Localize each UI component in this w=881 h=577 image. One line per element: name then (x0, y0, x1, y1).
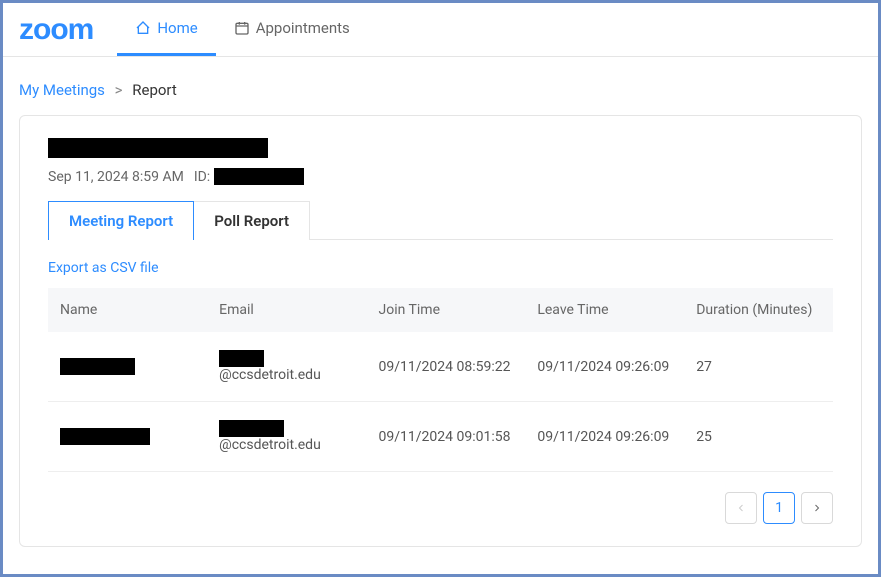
join-time: 09/11/2024 09:01:58 (367, 402, 526, 472)
redacted-name (60, 428, 150, 445)
table-row: @ccsdetroit.edu 09/11/2024 09:01:58 09/1… (48, 402, 833, 472)
table-row: @ccsdetroit.edu 09/11/2024 08:59:22 09/1… (48, 332, 833, 402)
pagination: 1 (48, 492, 833, 524)
email-suffix: @ccsdetroit.edu (219, 367, 321, 383)
leave-time: 09/11/2024 09:26:09 (525, 402, 684, 472)
main-nav: Home Appointments (117, 3, 367, 56)
chevron-right-icon (811, 502, 823, 514)
email-cell: @ccsdetroit.edu (219, 420, 354, 453)
col-header-join: Join Time (367, 288, 526, 332)
nav-home-label: Home (157, 19, 197, 37)
nav-appointments[interactable]: Appointments (216, 3, 368, 56)
calendar-icon (234, 20, 250, 36)
email-cell: @ccsdetroit.edu (219, 350, 354, 383)
breadcrumb-my-meetings[interactable]: My Meetings (19, 81, 105, 99)
meeting-date-time: Sep 11, 2024 8:59 AM (48, 169, 184, 185)
tab-meeting-report[interactable]: Meeting Report (48, 201, 194, 240)
breadcrumb-current: Report (132, 81, 177, 99)
redacted-meeting-title (48, 138, 268, 158)
email-suffix: @ccsdetroit.edu (219, 437, 321, 453)
topbar: zoom Home Appointments (3, 3, 878, 57)
pagination-prev[interactable] (725, 492, 757, 524)
report-card: Sep 11, 2024 8:59 AM ID: Meeting Report … (19, 115, 862, 547)
home-icon (135, 20, 151, 36)
duration: 27 (684, 332, 833, 402)
leave-time: 09/11/2024 09:26:09 (525, 332, 684, 402)
chevron-left-icon (735, 502, 747, 514)
join-time: 09/11/2024 08:59:22 (367, 332, 526, 402)
meeting-title (48, 138, 833, 158)
meeting-meta: Sep 11, 2024 8:59 AM ID: (48, 168, 833, 185)
pagination-next[interactable] (801, 492, 833, 524)
breadcrumb: My Meetings > Report (3, 57, 878, 115)
export-csv-link[interactable]: Export as CSV file (48, 260, 159, 276)
redacted-meeting-id (214, 168, 304, 185)
col-header-duration: Duration (Minutes) (684, 288, 833, 332)
duration: 25 (684, 402, 833, 472)
report-tabs: Meeting Report Poll Report (48, 201, 833, 240)
redacted-name (60, 358, 135, 375)
zoom-logo: zoom (19, 13, 93, 47)
col-header-email: Email (207, 288, 366, 332)
redacted-email-prefix (219, 350, 264, 367)
nav-home[interactable]: Home (117, 3, 215, 56)
redacted-email-prefix (219, 420, 284, 437)
pagination-page-1[interactable]: 1 (763, 492, 795, 524)
breadcrumb-separator: > (115, 81, 123, 99)
nav-appointments-label: Appointments (256, 19, 350, 37)
col-header-leave: Leave Time (525, 288, 684, 332)
participants-table: Name Email Join Time Leave Time Duration… (48, 288, 833, 472)
tab-poll-report[interactable]: Poll Report (194, 201, 310, 240)
col-header-name: Name (48, 288, 207, 332)
meeting-id-label: ID: (194, 169, 210, 185)
